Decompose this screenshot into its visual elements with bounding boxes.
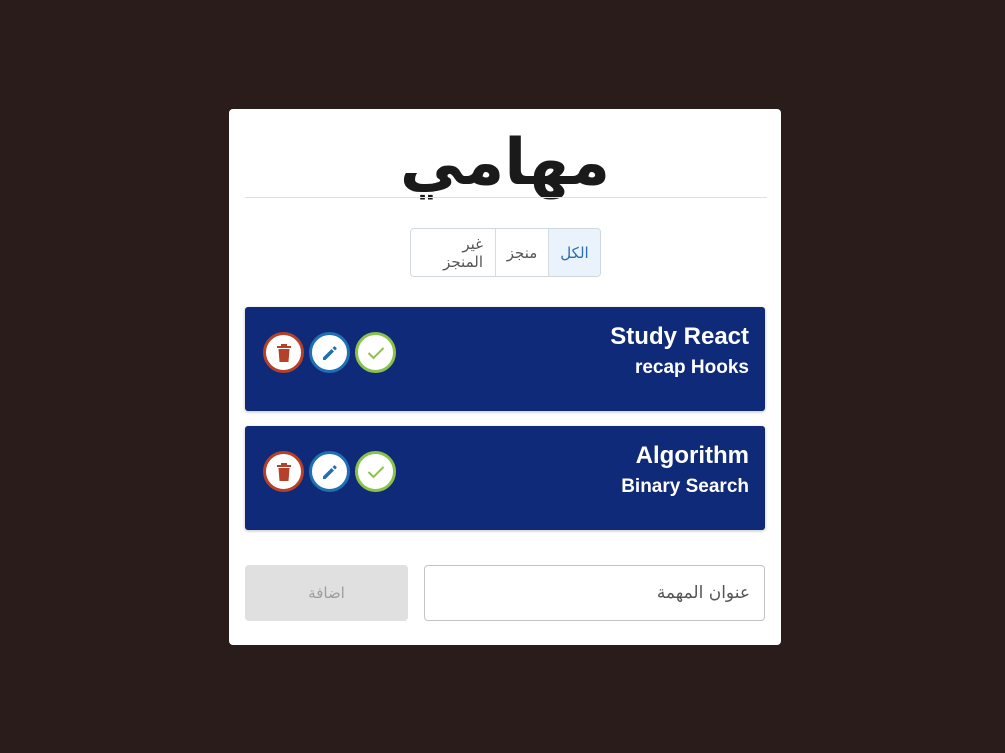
add-task-button[interactable]: اضافة	[245, 565, 408, 621]
title-divider	[245, 197, 767, 198]
todo-details: recap Hooks	[634, 357, 749, 378]
check-icon	[367, 346, 384, 359]
trash-icon	[276, 462, 291, 481]
edit-button[interactable]	[309, 451, 350, 492]
todo-text: Algorithm Binary Search	[621, 440, 749, 502]
page-title: مهامي	[399, 126, 611, 200]
trash-icon	[276, 343, 291, 362]
delete-button[interactable]	[263, 451, 304, 492]
edit-button[interactable]	[309, 332, 350, 373]
pencil-icon	[322, 464, 337, 479]
filter-done-button[interactable]: منجز	[495, 229, 548, 276]
todo-item: Study React recap Hooks	[245, 307, 765, 411]
filter-not-done-button[interactable]: غير المنجز	[411, 229, 495, 276]
todo-details: Binary Search	[621, 476, 749, 497]
filter-toggle-group: الكل منجز غير المنجز	[410, 228, 601, 277]
todo-card: مهامي الكل منجز غير المنجز Study React r…	[229, 109, 781, 645]
todo-title: Algorithm	[635, 442, 749, 469]
task-title-input[interactable]	[424, 565, 765, 621]
check-icon	[367, 465, 384, 478]
todo-item: Algorithm Binary Search	[245, 426, 765, 530]
pencil-icon	[322, 345, 337, 360]
todo-actions	[263, 332, 396, 373]
todo-title: Study React	[610, 323, 749, 350]
delete-button[interactable]	[263, 332, 304, 373]
filter-all-button[interactable]: الكل	[548, 229, 600, 276]
complete-button[interactable]	[355, 451, 396, 492]
complete-button[interactable]	[355, 332, 396, 373]
todo-text: Study React recap Hooks	[610, 321, 749, 383]
todo-actions	[263, 451, 396, 492]
